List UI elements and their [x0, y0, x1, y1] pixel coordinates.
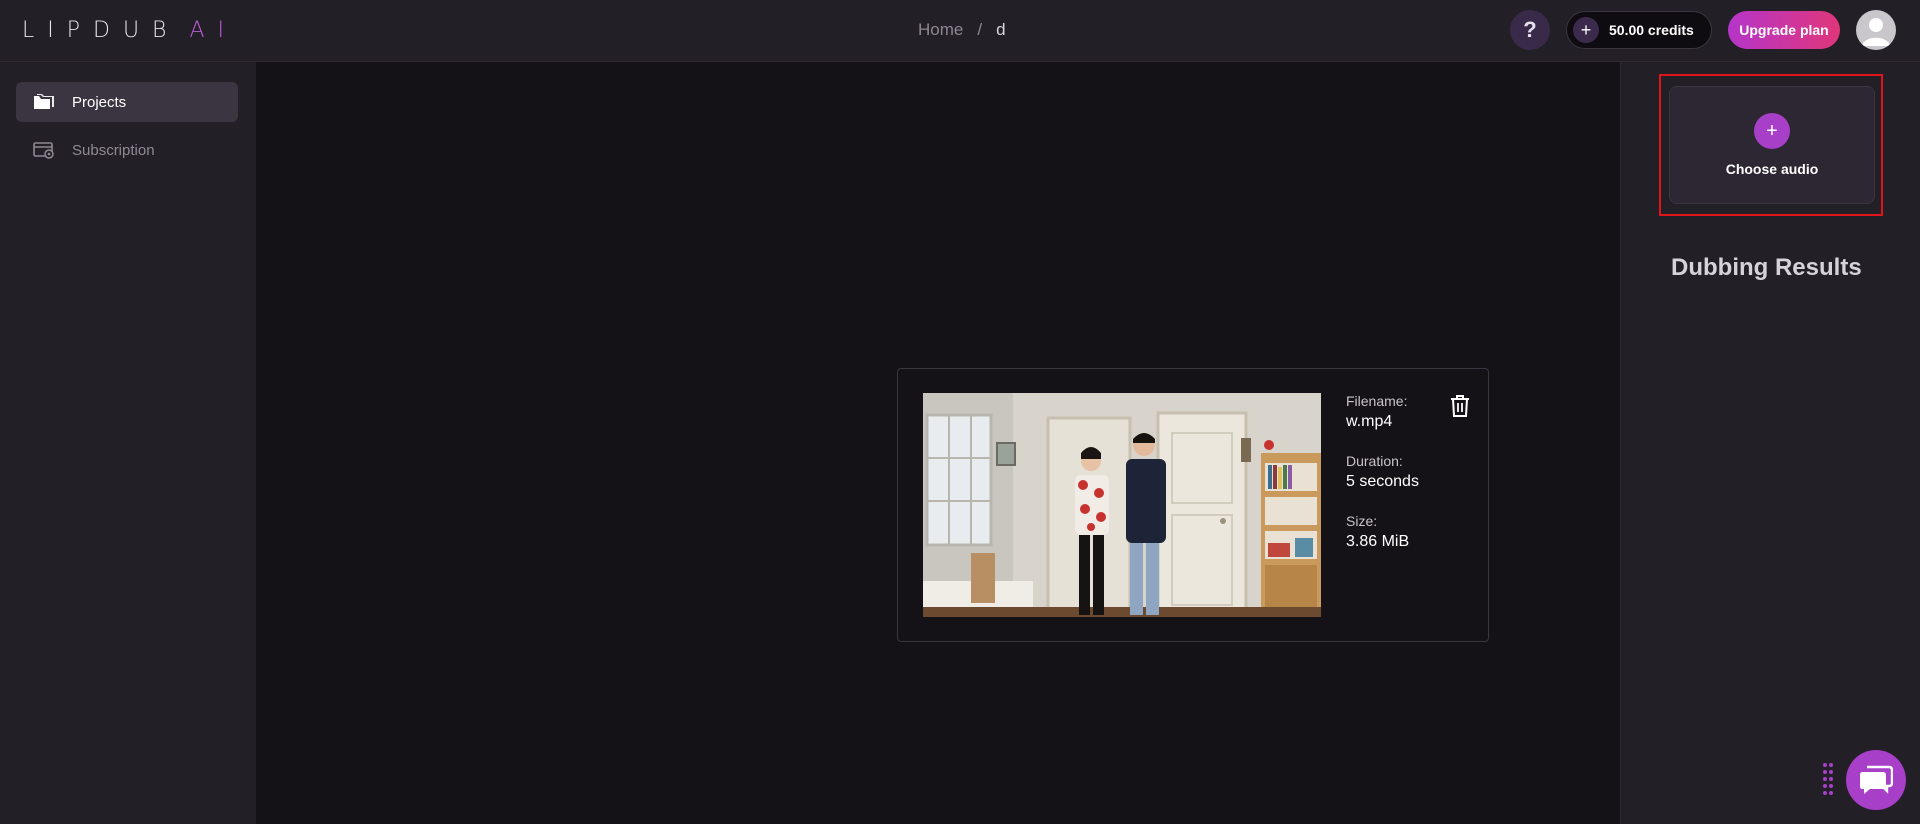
sidebar-item-subscription[interactable]: Subscription — [16, 130, 238, 170]
credits-label: 50.00 credits — [1609, 22, 1694, 38]
choose-audio-label: Choose audio — [1725, 161, 1819, 177]
filename-label: Filename: — [1346, 393, 1408, 409]
top-bar: LIPDUB AI Home / d ? + 50.00 credits Upg… — [0, 0, 1920, 62]
choose-audio-button[interactable]: + Choose audio — [1669, 86, 1875, 204]
sidebar-item-projects[interactable]: Projects — [16, 82, 238, 122]
duration-value: 5 seconds — [1346, 473, 1419, 490]
app-logo[interactable]: LIPDUB AI — [22, 17, 238, 43]
credits-button[interactable]: + 50.00 credits — [1566, 11, 1712, 49]
filename-value: w.mp4 — [1346, 413, 1393, 430]
add-credits-icon: + — [1573, 17, 1599, 43]
breadcrumb-home-link[interactable]: Home — [918, 20, 963, 40]
user-avatar[interactable] — [1856, 10, 1896, 50]
logo-text: LIPDUB — [22, 17, 180, 43]
delete-video-button[interactable] — [1449, 394, 1471, 418]
size-value: 3.86 MiB — [1346, 533, 1410, 550]
sidebar-item-label: Projects — [72, 93, 127, 111]
chat-button[interactable] — [1846, 750, 1906, 810]
video-metadata: Filename: w.mp4 Duration: 5 seconds Size… — [1346, 393, 1419, 573]
breadcrumb: Home / d — [918, 19, 1006, 41]
folder-icon — [32, 90, 56, 114]
help-button[interactable]: ? — [1510, 10, 1550, 50]
trash-icon — [1451, 395, 1469, 417]
plus-icon: + — [1754, 113, 1790, 149]
user-icon — [1862, 18, 1890, 46]
drag-handle-icon[interactable] — [1822, 762, 1834, 796]
sidebar: Projects Subscription — [0, 62, 256, 824]
duration-label: Duration: — [1346, 453, 1403, 469]
help-icon: ? — [1523, 17, 1537, 42]
breadcrumb-separator: / — [977, 20, 983, 39]
dubbing-results-title: Dubbing Results — [1671, 254, 1862, 281]
video-thumbnail[interactable] — [923, 393, 1321, 617]
size-label: Size: — [1346, 513, 1378, 529]
logo-ai-text: AI — [189, 17, 238, 43]
right-panel: + Choose audio Dubbing Results — [1620, 62, 1920, 824]
video-card: Filename: w.mp4 Duration: 5 seconds Size… — [897, 368, 1489, 642]
breadcrumb-current: d — [996, 20, 1006, 39]
upgrade-plan-button[interactable]: Upgrade plan — [1728, 11, 1840, 49]
subscription-icon — [32, 138, 56, 162]
video-frame-image — [923, 393, 1321, 617]
main-area: Filename: w.mp4 Duration: 5 seconds Size… — [256, 62, 1620, 824]
sidebar-item-label: Subscription — [72, 141, 155, 159]
chat-bubble-icon — [1860, 765, 1893, 794]
